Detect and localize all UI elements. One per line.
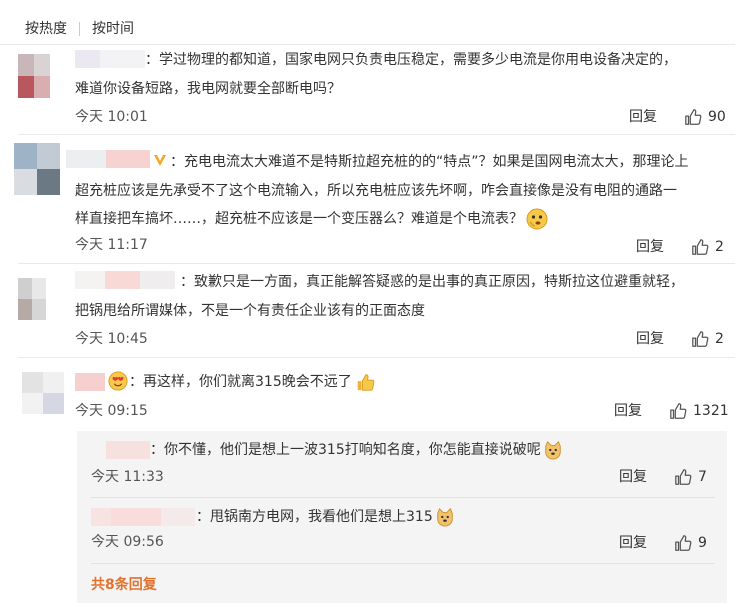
comment-text-line: ：再这样，你们就离315晚会不远了: [129, 370, 375, 394]
sort-by-hot-tab[interactable]: 按热度: [0, 18, 79, 40]
reply-button[interactable]: 回复: [619, 533, 647, 553]
thumbs-up-icon: [692, 331, 709, 347]
username-redacted[interactable]: [75, 271, 175, 289]
divider: [0, 44, 735, 45]
comment-text: 超充桩应该是先承受不了这个电流输入，所以充电桩应该先坏啊，咋会直接像是没有电阻的…: [75, 183, 677, 199]
reply-button[interactable]: 回复: [636, 237, 664, 257]
divider: [18, 357, 735, 358]
thumbs-up-icon: [685, 109, 702, 125]
comment-time: 今天 11:17: [75, 237, 148, 253]
avatar[interactable]: [18, 278, 46, 320]
sort-by-time-tab[interactable]: 按时间: [80, 18, 146, 40]
reply-button[interactable]: 回复: [619, 467, 647, 487]
divider: [91, 563, 715, 564]
comment-text: 把锅甩给所谓媒体，不是一个有责任企业该有的正面态度: [75, 303, 425, 319]
thumbs-up-icon: [675, 469, 692, 485]
like-button[interactable]: 90: [684, 107, 726, 127]
like-count: 90: [708, 109, 726, 125]
like-button[interactable]: 2: [691, 329, 724, 349]
comment-text: ：学过物理的都知道，国家电网只负责电压稳定，需要多少电流是你用电设备决定的，: [145, 52, 677, 68]
comment-time: 今天 10:01: [75, 109, 148, 125]
comment-text: ：致歉只是一方面，真正能解答疑惑的是出事的真正原因，特斯拉这位避重就轻，: [180, 274, 684, 290]
thumbs-up-icon: [670, 403, 687, 419]
username-redacted[interactable]: [106, 441, 150, 459]
verified-badge-icon: [154, 155, 166, 166]
thinking-emoji-icon: [526, 208, 548, 230]
reply-text: ：甩锅南方电网，我看他们是想上315: [196, 509, 433, 525]
reply-text-line: ：甩锅南方电网，我看他们是想上315: [196, 505, 455, 529]
view-all-replies-link[interactable]: 共8条回复: [91, 574, 157, 594]
reply-text: ：你不懂，他们是想上一波315打响知名度，你怎能直接说破呢: [150, 442, 541, 458]
reply-button[interactable]: 回复: [629, 107, 657, 127]
reply-time: 今天 09:56: [91, 534, 164, 550]
thumbs-up-icon: [692, 239, 709, 255]
divider: [18, 263, 735, 264]
like-button[interactable]: 1321: [669, 401, 729, 421]
username-redacted[interactable]: [75, 50, 145, 68]
like-count: 7: [698, 469, 707, 485]
thumbs-up-icon: [675, 535, 692, 551]
doge-emoji-icon: [437, 508, 453, 527]
divider: [91, 497, 715, 498]
avatar[interactable]: [22, 372, 64, 414]
comment-time: 今天 10:45: [75, 331, 148, 347]
avatar[interactable]: [18, 54, 50, 98]
thumbs-up-emoji-icon: [357, 374, 375, 391]
like-button[interactable]: 2: [691, 237, 724, 257]
reply-text-line: ：你不懂，他们是想上一波315打响知名度，你怎能直接说破呢: [150, 438, 563, 462]
username-redacted[interactable]: [66, 150, 150, 168]
reply-button[interactable]: 回复: [636, 329, 664, 349]
like-button[interactable]: 7: [674, 467, 707, 487]
reply-button[interactable]: 回复: [614, 401, 642, 421]
avatar[interactable]: [14, 143, 60, 195]
like-button[interactable]: 9: [674, 533, 707, 553]
comment-text: ：再这样，你们就离315晚会不远了: [129, 374, 352, 390]
like-count: 2: [715, 239, 724, 255]
like-count: 2: [715, 331, 724, 347]
comment-text: ：充电电流太大难道不是特斯拉超充桩的的“特点”？如果是国网电流太大，那理论上: [170, 154, 689, 170]
reply-time: 今天 11:33: [91, 469, 164, 485]
heart-eyes-emoji-icon: [108, 371, 128, 391]
like-count: 9: [698, 535, 707, 551]
comment-text-line: 样直接把车搞坏……，超充桩不应该是一个变压器么？难道是个电流表？: [75, 207, 548, 231]
username-redacted[interactable]: [75, 373, 105, 391]
doge-emoji-icon: [545, 441, 561, 460]
divider: [18, 134, 735, 135]
comment-text: 难道你设备短路，我电网就要全部断电吗？: [75, 81, 341, 97]
username-redacted[interactable]: [91, 508, 195, 526]
comment-time: 今天 09:15: [75, 403, 148, 419]
like-count: 1321: [693, 403, 729, 419]
comment-text: 样直接把车搞坏……，超充桩不应该是一个变压器么？难道是个电流表？: [75, 211, 523, 227]
sort-bar: 按热度 按时间: [0, 18, 146, 40]
